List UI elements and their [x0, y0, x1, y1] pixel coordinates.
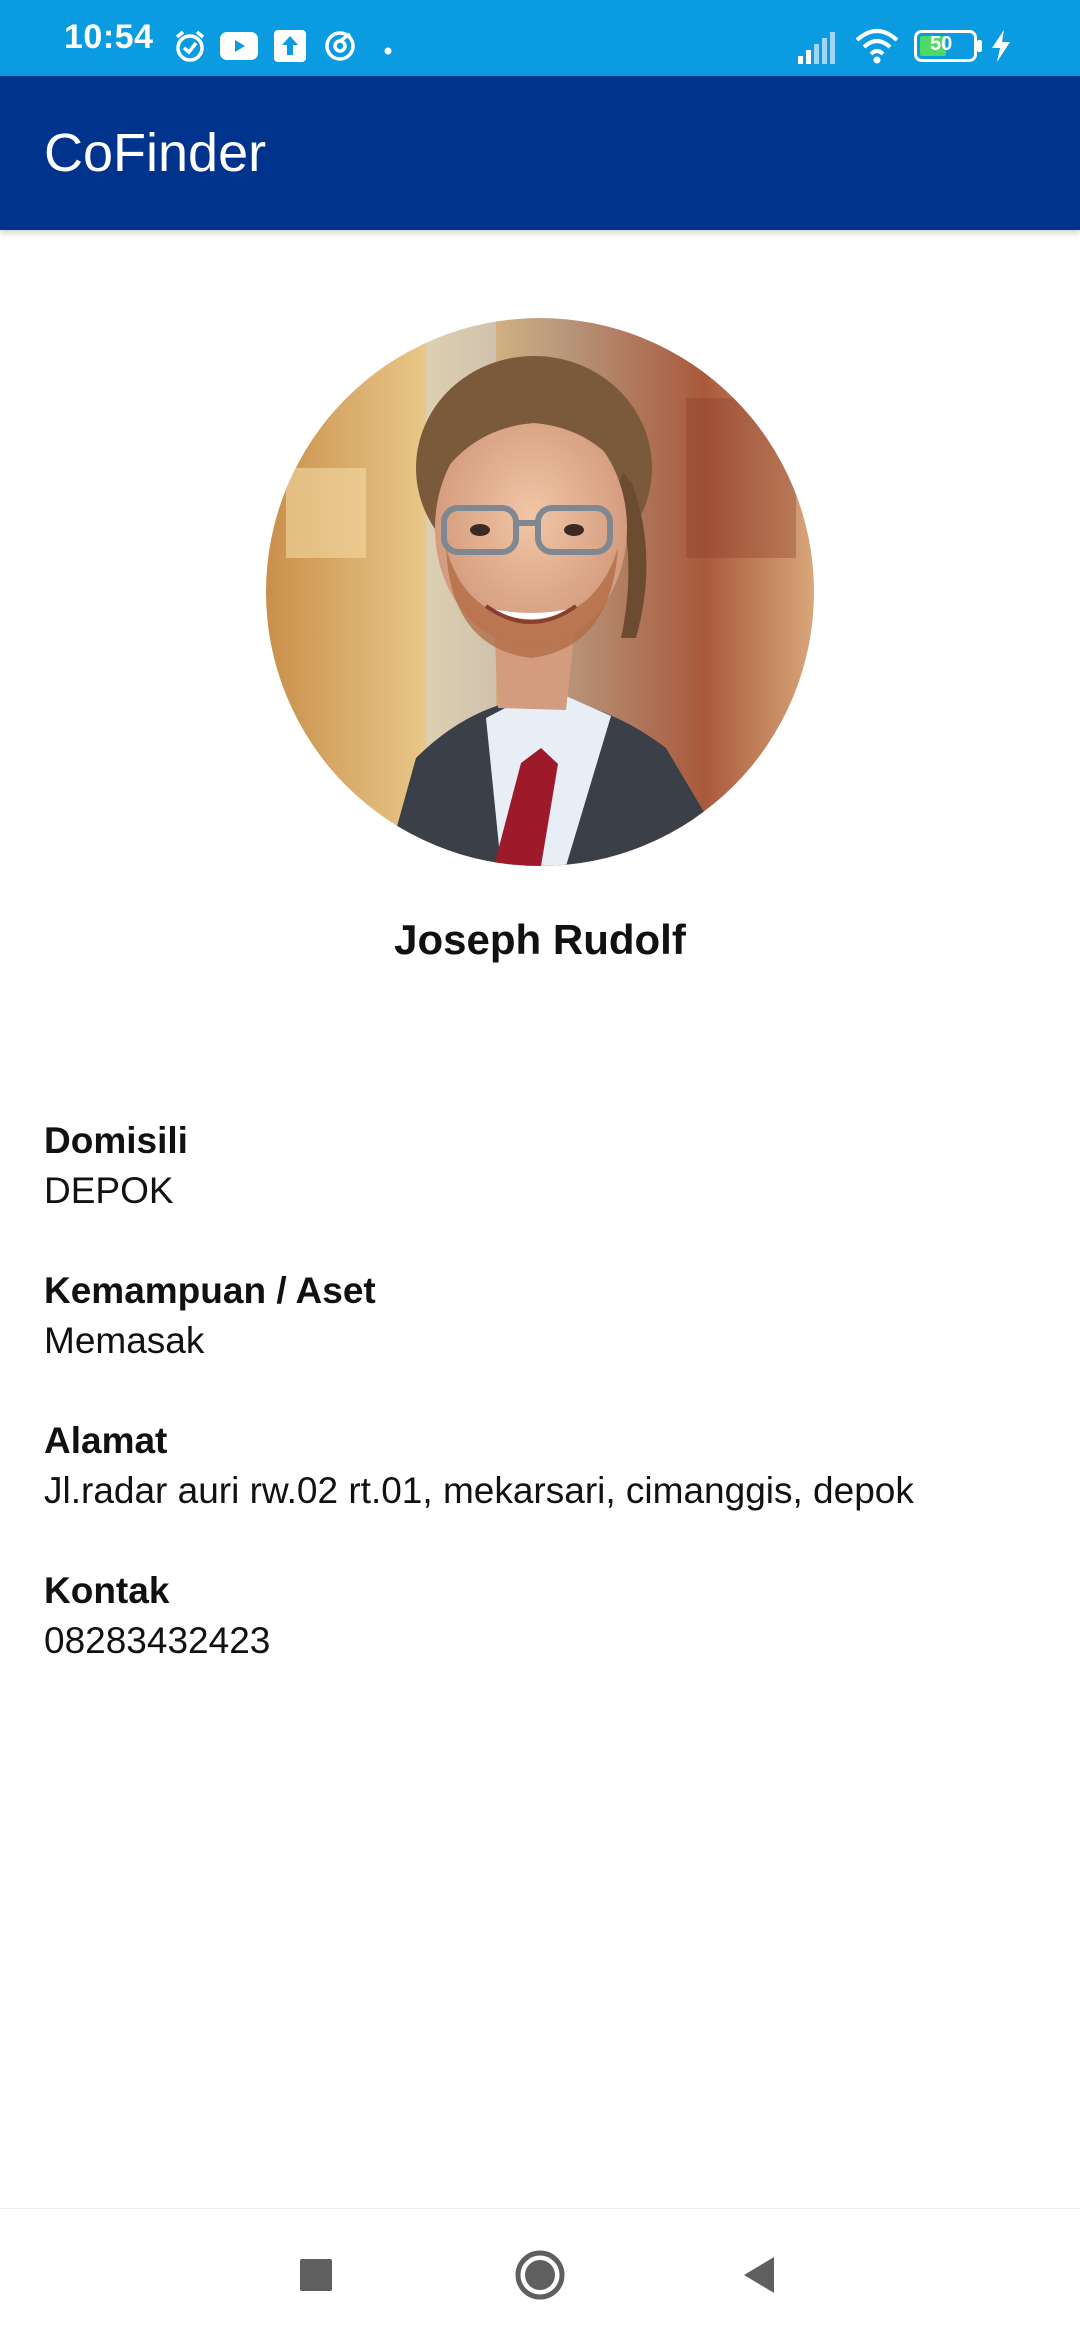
navigation-bar [0, 2208, 1080, 2340]
screen: 10:54 50 CoFinder Joseph Rudolf Domisili… [0, 0, 1080, 2340]
info-domisili: Domisili DEPOK [44, 1118, 1044, 1218]
app-title: CoFinder [44, 123, 267, 183]
circle-icon [515, 2250, 565, 2300]
info-value: DEPOK [44, 1170, 174, 1211]
back-triangle-icon [744, 2257, 774, 2293]
recents-button[interactable] [286, 2245, 346, 2305]
info-value: 08283432423 [44, 1620, 271, 1661]
upload-icon [274, 30, 306, 67]
square-icon [300, 2259, 332, 2291]
info-label: Alamat [44, 1420, 168, 1461]
profile-name: Joseph Rudolf [394, 916, 686, 963]
wifi-icon [854, 28, 900, 69]
info-alamat: Alamat Jl.radar auri rw.02 rt.01, mekars… [44, 1418, 1044, 1518]
alarm-icon [172, 28, 208, 69]
signal-icon [798, 32, 840, 69]
info-label: Kontak [44, 1570, 170, 1611]
status-bar: 10:54 50 [0, 0, 1080, 76]
dot-icon [384, 42, 392, 60]
status-time: 10:54 [64, 18, 154, 56]
system-icons: 50 [780, 28, 1080, 68]
sync-icon [322, 28, 358, 69]
info-value: Jl.radar auri rw.02 rt.01, mekarsari, ci… [44, 1470, 914, 1511]
app-bar: CoFinder [0, 76, 1080, 230]
back-button[interactable] [732, 2245, 792, 2305]
charging-icon [990, 30, 1012, 67]
info-kontak: Kontak 08283432423 [44, 1568, 1044, 1668]
home-button[interactable] [510, 2245, 570, 2305]
profile-avatar [266, 318, 814, 866]
battery-level: 50 [930, 33, 953, 55]
battery-icon: 50 [914, 30, 984, 62]
info-kemampuan: Kemampuan / Aset Memasak [44, 1268, 1044, 1368]
info-label: Kemampuan / Aset [44, 1270, 376, 1311]
info-value: Memasak [44, 1320, 205, 1361]
youtube-icon [220, 32, 258, 65]
info-label: Domisili [44, 1120, 188, 1161]
